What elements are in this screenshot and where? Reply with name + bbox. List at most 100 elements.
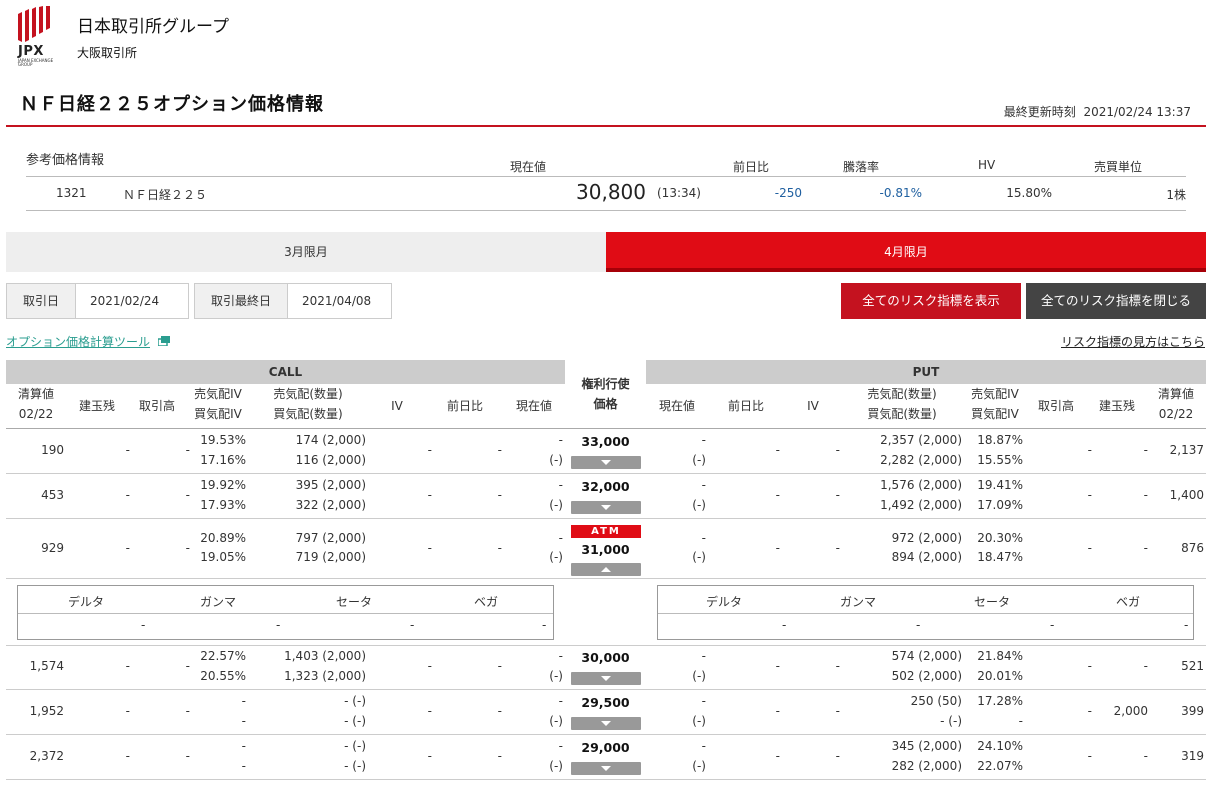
call-col-ask-qty: 売気配(数量): [273, 387, 343, 401]
put-settle-cell: 876: [1181, 541, 1204, 555]
put-ask-iv-cell: 17.28%: [977, 694, 1023, 708]
put-oi-cell: -: [1143, 541, 1148, 555]
call-col-settle: 清算値 02/22: [10, 384, 62, 428]
call-bid-q-cell: 1,323 (2,000): [284, 669, 366, 683]
call-chg-cell: -: [497, 488, 502, 502]
close-all-risk-button[interactable]: 全てのリスク指標を閉じる: [1026, 283, 1206, 319]
expand-risk-chevron-down-icon[interactable]: [571, 501, 641, 514]
put-px2-cell: (-): [692, 498, 706, 512]
call-iv-cell: -: [427, 541, 432, 555]
risk-help-link[interactable]: リスク指標の見方はこちら: [1061, 333, 1205, 350]
put-col-ask-qty: 売気配(数量): [867, 387, 937, 401]
expand-risk-chevron-down-icon[interactable]: [571, 672, 641, 685]
last-trade-date-box: 取引最終日 2021/04/08: [194, 283, 392, 319]
call-col-bid-iv: 買気配IV: [194, 407, 242, 421]
call-chg-cell: -: [497, 659, 502, 673]
expand-risk-chevron-down-icon[interactable]: [571, 717, 641, 730]
collapse-risk-chevron-up-icon[interactable]: [571, 563, 641, 576]
strike-price: 33,000: [581, 434, 630, 449]
put-risk-theta-label: セータ: [974, 595, 1011, 609]
put-settle-cell: 1,400: [1169, 488, 1204, 502]
call-risk-delta-label: デルタ: [68, 595, 105, 609]
call-col-settle-label: 清算値: [17, 387, 54, 401]
put-vol-cell: -: [1087, 443, 1092, 457]
tab-march[interactable]: 3月限月: [6, 232, 606, 272]
call-ask-iv-cell: 22.57%: [200, 649, 246, 663]
call-bid-iv-cell: 17.93%: [200, 498, 246, 512]
call-ask-iv-cell: -: [241, 694, 246, 708]
put-col-bid-qty: 買気配(数量): [867, 407, 937, 421]
show-all-risk-button[interactable]: 全てのリスク指標を表示: [841, 283, 1021, 319]
last-trade-date-label: 取引最終日: [195, 284, 289, 318]
call-col-qty-quotes: 売気配(数量) 買気配(数量): [268, 384, 348, 428]
put-risk-box: デルタ ガンマ セータ ベガ - - - -: [657, 585, 1194, 640]
put-px2-cell: (-): [692, 714, 706, 728]
expand-risk-chevron-down-icon[interactable]: [571, 762, 641, 775]
put-col-oi: 建玉残: [1098, 399, 1135, 413]
strike-header: 権利行使 価格: [565, 360, 646, 426]
call-settle-cell: 2,372: [29, 749, 64, 763]
external-window-icon[interactable]: [158, 336, 170, 346]
call-px-cell: -: [558, 478, 563, 492]
call-risk-box: デルタ ガンマ セータ ベガ - - - -: [17, 585, 554, 640]
calc-tool-link[interactable]: オプション価格計算ツール: [6, 333, 150, 350]
strike-header-line1: 権利行使: [581, 377, 630, 391]
call-chg-cell: -: [497, 541, 502, 555]
call-vol-cell: -: [185, 443, 190, 457]
strike-price: 30,000: [581, 650, 630, 665]
put-px2-cell: (-): [692, 453, 706, 467]
tab-april[interactable]: 4月限月: [606, 232, 1206, 272]
page-title: ＮＦ日経２２５オプション価格情報: [20, 94, 324, 115]
put-bid-iv-cell: -: [1018, 714, 1023, 728]
put-chg-cell: -: [775, 659, 780, 673]
last-updated: 最終更新時刻 2021/02/24 13:37: [1004, 103, 1191, 120]
put-ask-q-cell: 972 (2,000): [891, 531, 962, 545]
call-bid-iv-cell: 19.05%: [200, 550, 246, 564]
call-ask-q-cell: 174 (2,000): [295, 433, 366, 447]
put-col-bid-iv: 買気配IV: [971, 407, 1019, 421]
call-iv-cell: -: [427, 749, 432, 763]
strike-price: 31,000: [581, 542, 630, 557]
put-px-cell: -: [701, 531, 706, 545]
trade-date-box: 取引日 2021/02/24: [6, 283, 189, 319]
call-ask-q-cell: 395 (2,000): [295, 478, 366, 492]
call-settle-cell: 190: [41, 443, 64, 457]
put-col-ask-iv: 売気配IV: [971, 387, 1019, 401]
put-bid-iv-cell: 20.01%: [977, 669, 1023, 683]
call-chg-cell: -: [497, 749, 502, 763]
put-ask-q-cell: 345 (2,000): [891, 739, 962, 753]
put-chg-cell: -: [775, 749, 780, 763]
put-ask-iv-cell: 24.10%: [977, 739, 1023, 753]
ref-header-rate: 騰落率: [843, 160, 880, 174]
call-col-settle-date: 02/22: [18, 407, 54, 421]
put-vol-cell: -: [1087, 749, 1092, 763]
strike-header-line2: 価格: [593, 397, 618, 411]
ref-time: (13:34): [657, 186, 701, 200]
ref-price: 30,800: [576, 180, 646, 204]
put-iv-cell: -: [835, 488, 840, 502]
call-risk-theta-label: セータ: [336, 595, 373, 609]
expand-risk-chevron-down-icon[interactable]: [571, 456, 641, 469]
call-col-bid-qty: 買気配(数量): [273, 407, 343, 421]
put-oi-cell: 2,000: [1113, 704, 1148, 718]
call-col-iv: IV: [391, 399, 403, 413]
put-oi-cell: -: [1143, 659, 1148, 673]
put-bid-iv-cell: 22.07%: [977, 759, 1023, 773]
call-vol-cell: -: [185, 659, 190, 673]
call-ask-iv-cell: 20.89%: [200, 531, 246, 545]
call-col-change: 前日比: [446, 399, 483, 413]
call-px2-cell: (-): [549, 759, 563, 773]
put-bid-q-cell: 894 (2,000): [891, 550, 962, 564]
put-col-volume: 取引高: [1037, 399, 1074, 413]
ref-divider-top: [26, 176, 1186, 177]
call-ask-q-cell: - (-): [344, 694, 366, 708]
put-px2-cell: (-): [692, 759, 706, 773]
call-ask-iv-cell: 19.92%: [200, 478, 246, 492]
put-risk-delta: -: [782, 618, 787, 632]
call-ask-q-cell: 797 (2,000): [295, 531, 366, 545]
call-px2-cell: (-): [549, 550, 563, 564]
call-iv-cell: -: [427, 659, 432, 673]
put-ask-iv-cell: 19.41%: [977, 478, 1023, 492]
trade-date-label: 取引日: [7, 284, 77, 318]
put-chg-cell: -: [775, 704, 780, 718]
